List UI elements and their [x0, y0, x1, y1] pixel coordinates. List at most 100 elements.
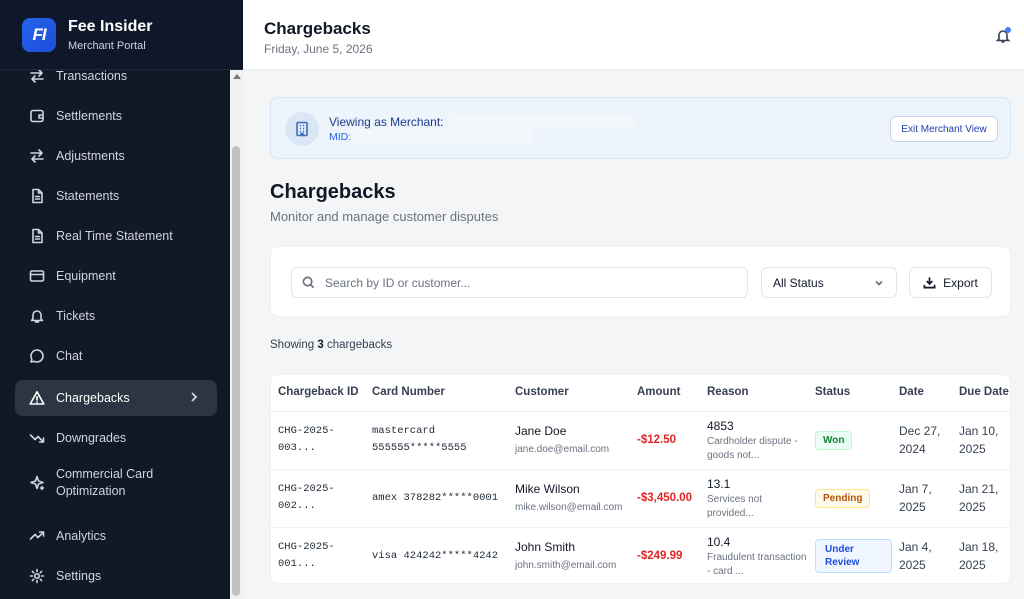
status-filter-select[interactable]: All Status: [761, 267, 897, 298]
document-icon: [29, 188, 45, 204]
sidebar-item-adjustments[interactable]: Adjustments: [15, 138, 217, 174]
date: Jan 4, 2025: [892, 526, 952, 583]
reason-description: Services not provided...: [707, 493, 763, 519]
sidebar-item-tickets[interactable]: Tickets: [15, 298, 217, 334]
sidebar-item-commercial-card-optimization[interactable]: Commercial Card Optimization: [15, 462, 217, 504]
sidebar-item-real-time-statement[interactable]: Real Time Statement: [15, 218, 217, 254]
mid-value-redacted: [351, 129, 533, 143]
date: Dec 27, 2024: [892, 410, 952, 469]
export-button[interactable]: Export: [909, 267, 992, 298]
column-header[interactable]: Reason: [700, 375, 808, 411]
search-box[interactable]: [291, 267, 748, 298]
chargeback-id[interactable]: CHG-2025-002...: [271, 468, 365, 527]
customer-cell: John Smith john.smith@email.com: [508, 526, 630, 583]
sparkle-icon: [29, 475, 45, 491]
mid-label: MID:: [329, 131, 352, 143]
sidebar-item-statements[interactable]: Statements: [15, 178, 217, 214]
chargeback-id[interactable]: CHG-2025-003...: [271, 410, 365, 469]
warning-icon: [29, 390, 45, 406]
column-header[interactable]: Due Date: [952, 375, 1010, 411]
status-cell: Pending: [808, 468, 892, 527]
sidebar-item-label: Analytics: [56, 529, 107, 543]
page-heading: Chargebacks: [270, 181, 396, 203]
scroll-up-arrow-icon[interactable]: [233, 74, 241, 79]
sidebar-item-label: Statements: [56, 189, 120, 203]
customer-email: mike.wilson@email.com: [515, 501, 623, 513]
merchant-name-redacted: [449, 114, 634, 128]
customer-cell: Jane Doe jane.doe@email.com: [508, 410, 630, 469]
chevron-down-icon: [873, 277, 885, 292]
sidebar-item-label: Adjustments: [56, 149, 125, 163]
sidebar: FI Fee Insider Merchant Portal Transacti…: [0, 0, 243, 599]
sidebar-item-label: Real Time Statement: [56, 229, 173, 243]
search-input[interactable]: [325, 275, 725, 290]
arrows-icon: [29, 68, 45, 84]
sidebar-item-analytics[interactable]: Analytics: [15, 518, 217, 554]
chat-icon: [29, 348, 45, 364]
card-number: mastercard 555555*****5555: [365, 410, 508, 469]
column-header[interactable]: Chargeback ID: [271, 375, 365, 411]
column-header[interactable]: Customer: [508, 375, 630, 411]
brand-header[interactable]: FI Fee Insider Merchant Portal: [0, 0, 243, 70]
sidebar-item-downgrades[interactable]: Downgrades: [15, 420, 217, 456]
sidebar-item-label: Settings: [56, 569, 102, 583]
chargebacks-table: Chargeback ID Card Number Customer Amoun…: [270, 374, 1011, 584]
results-count: Showing 3 chargebacks: [270, 339, 392, 351]
customer-name: Mike Wilson: [515, 481, 580, 496]
sidebar-item-chargebacks[interactable]: Chargebacks: [15, 380, 217, 416]
table-row[interactable]: CHG-2025-003... mastercard 555555*****55…: [271, 410, 1010, 469]
column-header[interactable]: Card Number: [365, 375, 508, 411]
header-date: Friday, June 5, 2026: [264, 42, 373, 56]
exit-merchant-view-button[interactable]: Exit Merchant View: [890, 116, 998, 142]
sidebar-item-label: Commercial Card Optimization: [56, 467, 154, 498]
table-row[interactable]: CHG-2025-002... amex 378282*****0001 Mik…: [271, 468, 1010, 527]
table-row[interactable]: CHG-2025-001... visa 424242*****4242 Joh…: [271, 526, 1010, 583]
sidebar-item-label: Chargebacks: [56, 391, 130, 405]
date: Jan 7, 2025: [892, 468, 952, 527]
sidebar-item-settlements[interactable]: Settlements: [15, 98, 217, 134]
results-suffix: chargebacks: [326, 339, 393, 351]
customer-cell: Mike Wilson mike.wilson@email.com: [508, 468, 630, 527]
reason-description: Fraudulent transaction - card ...: [707, 551, 807, 577]
page-subtitle: Monitor and manage customer disputes: [270, 209, 499, 224]
customer-name: John Smith: [515, 539, 576, 554]
status-badge: Won: [815, 430, 853, 450]
amount: -$12.50: [630, 410, 700, 469]
gear-icon: [29, 568, 45, 584]
status-cell: Won: [808, 410, 892, 469]
chevron-right-icon: [187, 390, 201, 407]
sidebar-item-chat[interactable]: Chat: [15, 338, 217, 374]
arrows-icon: [29, 148, 45, 164]
status-cell: Under Review: [808, 526, 892, 583]
customer-name: Jane Doe: [515, 423, 567, 438]
column-header[interactable]: Status: [808, 375, 892, 411]
status-badge: Under Review: [815, 539, 892, 574]
search-icon: [302, 276, 315, 289]
chargeback-id[interactable]: CHG-2025-001...: [271, 526, 365, 583]
column-header[interactable]: Date: [892, 375, 952, 411]
brand-subtitle: Merchant Portal: [68, 40, 146, 52]
trend-up-icon: [29, 528, 45, 544]
sidebar-item-label: Transactions: [56, 69, 128, 83]
export-label: Export: [943, 275, 978, 290]
amount: -$3,450.00: [630, 468, 700, 527]
download-icon: [923, 277, 936, 289]
card-number: amex 378282*****0001: [365, 468, 508, 527]
column-header[interactable]: Amount: [630, 375, 700, 411]
sidebar-item-equipment[interactable]: Equipment: [15, 258, 217, 294]
reason-cell: 4853 Cardholder dispute - goods not...: [700, 410, 808, 469]
building-icon: [285, 112, 319, 146]
notification-dot: [1005, 27, 1011, 33]
reason-code: 4853: [707, 418, 734, 433]
reason-code: 13.1: [707, 476, 731, 491]
sidebar-scrollbar[interactable]: [230, 70, 243, 599]
document-icon: [29, 228, 45, 244]
sidebar-item-settings[interactable]: Settings: [15, 558, 217, 594]
card-number: visa 424242*****4242: [365, 526, 508, 583]
due-date: Jan 10, 2025: [952, 410, 1010, 469]
due-date: Jan 18, 2025: [952, 526, 1010, 583]
scrollbar-thumb[interactable]: [232, 146, 240, 596]
reason-code: 10.4: [707, 534, 731, 549]
customer-email: john.smith@email.com: [515, 559, 617, 571]
merchant-view-banner: Viewing as Merchant: MID: Exit Merchant …: [270, 97, 1011, 159]
